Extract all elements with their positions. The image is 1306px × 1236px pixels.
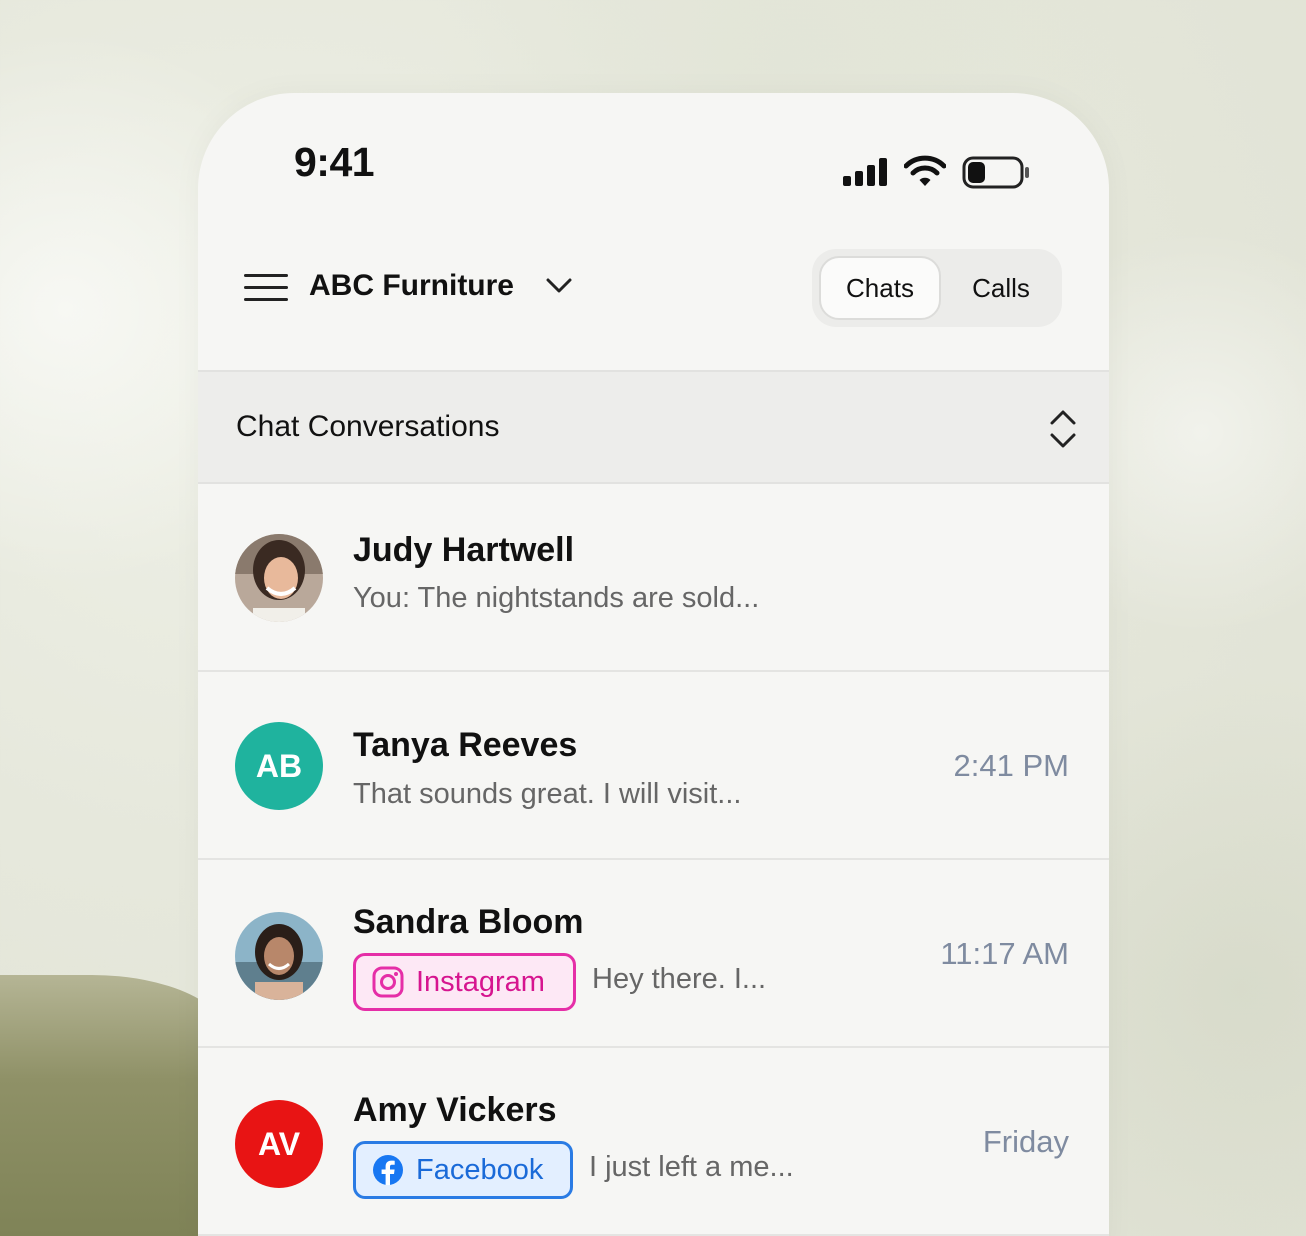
battery-icon (962, 156, 1029, 189)
message-time: 11:17 AM (940, 936, 1069, 971)
message-preview: That sounds great. I will visit... (353, 778, 742, 810)
contact-name: Tanya Reeves (353, 726, 578, 764)
contact-name: Amy Vickers (353, 1091, 557, 1129)
message-preview: You: The nightstands are sold... (353, 582, 760, 614)
avatar: AV (235, 1100, 323, 1188)
facebook-channel-badge[interactable]: Facebook (353, 1141, 573, 1199)
cellular-signal-icon (843, 158, 887, 186)
wifi-icon (904, 155, 946, 186)
contact-name: Judy Hartwell (353, 531, 575, 569)
message-preview: Hey there. I... (592, 963, 767, 995)
account-name[interactable]: ABC Furniture (309, 269, 514, 303)
status-time: 9:41 (294, 139, 375, 185)
contact-name: Sandra Bloom (353, 903, 584, 941)
conversation-filter-bar[interactable]: Chat Conversations (198, 370, 1109, 484)
background-hill (0, 975, 230, 1236)
chevron-down-icon[interactable] (546, 277, 572, 295)
hamburger-menu-icon[interactable] (244, 274, 288, 304)
instagram-channel-badge[interactable]: Instagram (353, 953, 576, 1011)
conversation-row[interactable]: AB Tanya Reeves That sounds great. I wil… (198, 672, 1109, 860)
facebook-icon (372, 1154, 404, 1186)
phone-frame: 9:41 ABC Furniture Chats Calls Chat Conv… (198, 93, 1109, 1236)
avatar: AB (235, 722, 323, 810)
message-preview: I just left a me... (589, 1151, 794, 1183)
instagram-icon (372, 966, 404, 998)
status-bar: 9:41 (198, 93, 1109, 213)
conversation-row[interactable]: Judy Hartwell You: The nightstands are s… (198, 484, 1109, 672)
sort-toggle-icon[interactable] (1049, 409, 1077, 449)
section-title: Chat Conversations (236, 410, 500, 443)
conversation-row[interactable]: AV Amy Vickers Facebook I just left a me… (198, 1048, 1109, 1236)
tab-chats[interactable]: Chats (819, 256, 941, 320)
message-time: Friday (982, 1124, 1069, 1159)
chats-calls-toggle: Chats Calls (812, 249, 1062, 327)
avatar (235, 912, 323, 1000)
tab-calls[interactable]: Calls (946, 256, 1056, 320)
channel-label: Facebook (416, 1153, 544, 1186)
conversation-row[interactable]: Sandra Bloom Instagram Hey there. I... 1… (198, 860, 1109, 1048)
app-header: ABC Furniture Chats Calls (198, 243, 1109, 333)
message-time: 2:41 PM (953, 748, 1069, 783)
channel-label: Instagram (416, 965, 545, 998)
avatar (235, 534, 323, 622)
